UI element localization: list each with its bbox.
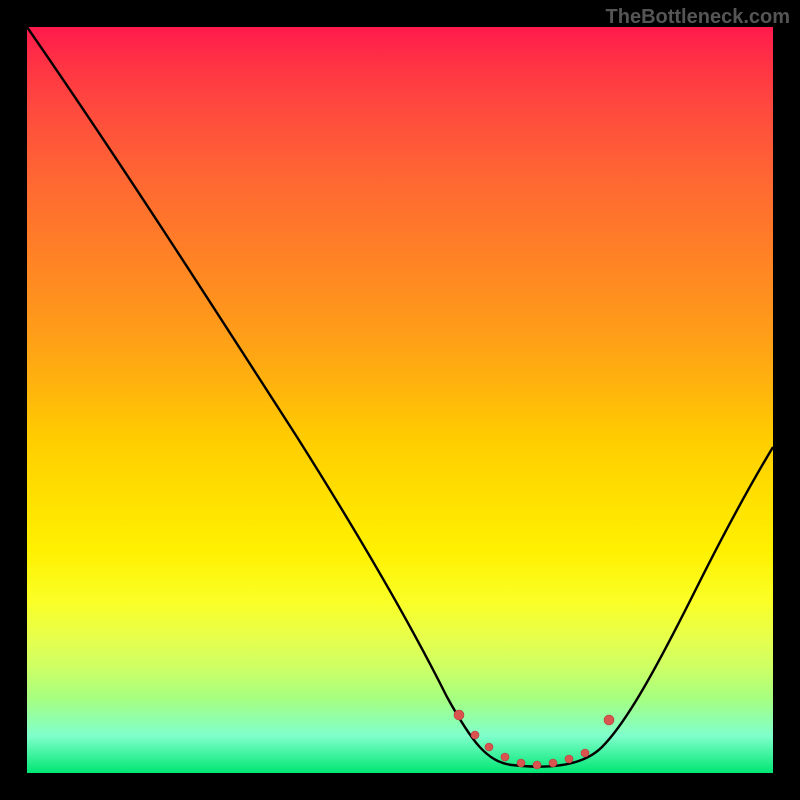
- marker-dot: [471, 731, 479, 739]
- marker-dot: [549, 759, 557, 767]
- plot-area: [27, 27, 773, 773]
- marker-dot: [581, 749, 589, 757]
- curve-layer: [27, 27, 773, 773]
- marker-dot: [565, 755, 573, 763]
- marker-dot: [517, 759, 525, 767]
- marker-dot: [454, 710, 464, 720]
- marker-dot: [533, 761, 541, 769]
- markers-group: [454, 710, 614, 769]
- bottleneck-curve-line: [27, 27, 773, 767]
- chart-container: TheBottleneck.com: [0, 0, 800, 800]
- watermark-text: TheBottleneck.com: [606, 6, 790, 29]
- marker-dot: [604, 715, 614, 725]
- marker-dot: [485, 743, 493, 751]
- marker-dot: [501, 753, 509, 761]
